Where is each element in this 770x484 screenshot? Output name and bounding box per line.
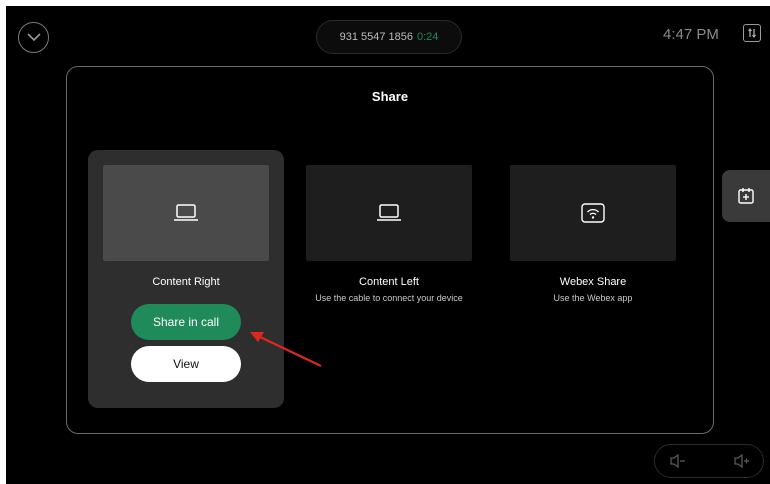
clock: 4:47 PM — [663, 26, 719, 43]
wireless-share-icon — [581, 203, 605, 223]
source-title-webex-share: Webex Share — [559, 276, 627, 288]
chevron-down-icon — [26, 33, 41, 42]
source-tile-webex-share[interactable] — [510, 165, 676, 261]
share-in-call-button[interactable]: Share in call — [131, 304, 241, 340]
call-number: 931 5547 1856 — [339, 31, 413, 43]
source-desc-content-left: Use the cable to connect your device — [315, 293, 463, 303]
source-title-content-left: Content Left — [359, 276, 419, 288]
add-calendar-icon — [738, 188, 754, 204]
source-desc-webex-share: Use the Webex app — [553, 293, 633, 303]
side-panel-tab[interactable] — [722, 170, 770, 222]
annotation-arrow — [250, 332, 322, 367]
volume-up-icon[interactable] — [733, 453, 751, 469]
volume-control — [654, 444, 764, 478]
collapse-button[interactable] — [18, 22, 49, 53]
layout-toggle-icon — [748, 28, 756, 38]
call-timer: 0:24 — [417, 31, 439, 43]
laptop-icon — [377, 204, 401, 221]
source-tile-content-right[interactable] — [103, 165, 269, 261]
device-screen: 931 5547 1856 0:24 4:47 PM Share Content… — [6, 6, 770, 484]
dialog-title: Share — [371, 89, 409, 104]
layout-toggle-button[interactable] — [743, 24, 761, 42]
call-status-pill[interactable]: 931 5547 1856 0:24 — [316, 20, 462, 54]
view-button[interactable]: View — [131, 346, 241, 382]
source-title-content-right: Content Right — [152, 276, 220, 288]
source-tile-content-left[interactable] — [306, 165, 472, 261]
laptop-icon — [174, 204, 198, 221]
volume-down-icon[interactable] — [669, 453, 687, 469]
